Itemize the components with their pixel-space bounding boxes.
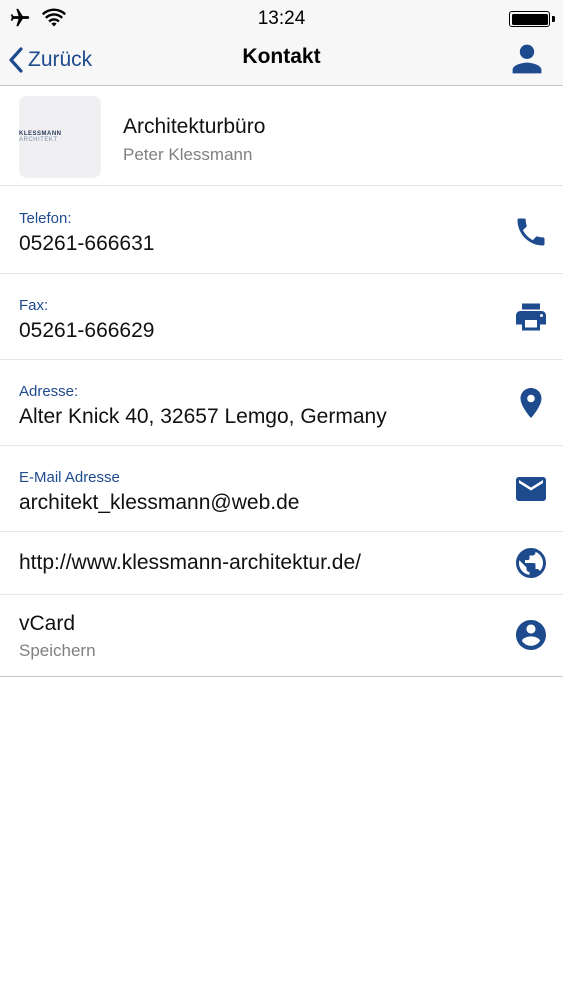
vcard-subtitle: Speichern xyxy=(19,641,96,660)
contact-row-address[interactable]: Adresse: Alter Knick 40, 32657 Lemgo, Ge… xyxy=(0,360,563,446)
address-label: Adresse: xyxy=(19,383,79,400)
printer-icon[interactable] xyxy=(513,299,549,335)
address-value: Alter Knick 40, 32657 Lemgo, Germany xyxy=(19,405,387,428)
contact-row-website[interactable]: http://www.klessmann-architektur.de/ xyxy=(0,532,563,595)
list-bottom-divider xyxy=(0,676,563,677)
mail-icon[interactable] xyxy=(513,471,549,507)
vcard-title: vCard xyxy=(19,612,76,635)
phone-value: 05261-666631 xyxy=(19,232,155,255)
logo-text-light: ARCHITEKT xyxy=(19,137,58,143)
battery-icon xyxy=(509,11,555,27)
contact-row-fax[interactable]: Fax: 05261-666629 xyxy=(0,274,563,360)
phone-icon[interactable] xyxy=(513,214,549,250)
contact-row-email[interactable]: E-Mail Adresse architekt_klessmann@web.d… xyxy=(0,446,563,532)
company-name: Architekturbüro xyxy=(123,115,266,138)
email-value: architekt_klessmann@web.de xyxy=(19,491,300,514)
contact-person: Peter Klessmann xyxy=(123,145,253,164)
company-logo: KLESSMANN ARCHITEKT xyxy=(19,96,101,178)
contact-row-phone[interactable]: Telefon: 05261-666631 xyxy=(0,187,563,274)
person-icon[interactable] xyxy=(509,41,545,77)
phone-label: Telefon: xyxy=(19,210,72,227)
status-time: 13:24 xyxy=(257,8,306,29)
account-circle-icon[interactable] xyxy=(513,617,549,653)
contact-header: KLESSMANN ARCHITEKT xyxy=(0,86,563,186)
website-value: http://www.klessmann-architektur.de/ xyxy=(19,551,361,574)
fax-label: Fax: xyxy=(19,297,49,314)
company-logo-text: KLESSMANN ARCHITEKT xyxy=(19,131,101,143)
fax-value: 05261-666629 xyxy=(19,319,155,342)
email-label: E-Mail Adresse xyxy=(19,469,120,486)
status-bar: 13:24 xyxy=(0,0,563,36)
contact-row-vcard[interactable]: vCard Speichern xyxy=(0,595,563,677)
globe-icon[interactable] xyxy=(513,545,549,581)
navigation-bar: Zurück Kontakt xyxy=(0,36,563,86)
page-title: Kontakt xyxy=(242,45,321,68)
location-pin-icon[interactable] xyxy=(513,385,549,421)
